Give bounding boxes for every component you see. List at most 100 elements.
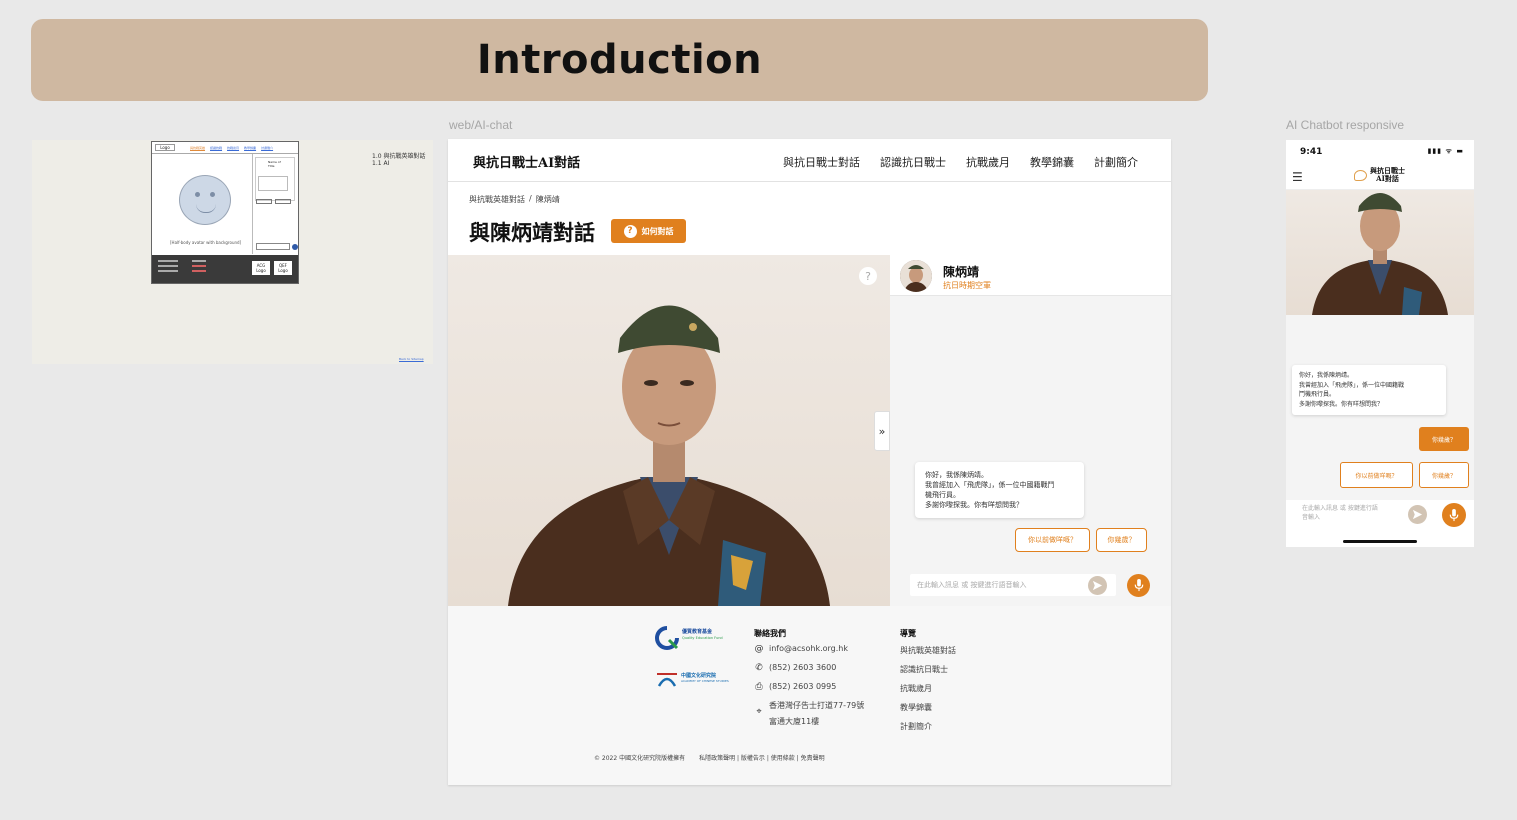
wireframe-nav-item: 抗戰歲月 bbox=[227, 146, 240, 150]
status-icons: ▮▮▮ ᯤ ▬ bbox=[1427, 147, 1464, 155]
bot-message: 你好，我係陳炳靖。 我曾經加入「飛虎隊」，係一位中國籍戰 鬥機飛行員。 多謝你嚟… bbox=[1292, 365, 1446, 415]
email-icon: @ bbox=[754, 644, 764, 654]
wireframe-avatar-placeholder bbox=[179, 175, 231, 225]
qef-name-en: Quality Education Fund bbox=[682, 636, 723, 640]
mobile-avatar-viewport bbox=[1286, 190, 1474, 315]
help-icon: ? bbox=[623, 224, 637, 238]
legal-links[interactable]: 私隱政策聲明 | 版權告示 | 使用條款 | 免責聲明 bbox=[699, 753, 825, 762]
footer-link[interactable]: 認識抗日戰士 bbox=[900, 664, 948, 675]
breadcrumb: 與抗戰英雄對話 / 陳炳靖 bbox=[469, 194, 560, 205]
send-icon bbox=[1412, 509, 1423, 520]
menu-item-teaching[interactable]: 教學錦囊 bbox=[1030, 154, 1074, 170]
user-message: 你幾歲？ bbox=[1419, 427, 1469, 451]
wireframe-bubble bbox=[258, 176, 288, 191]
footer-link[interactable]: 抗戰歲月 bbox=[900, 683, 932, 694]
chat-bubble-icon bbox=[1354, 169, 1367, 181]
suggestion-chip[interactable]: 你以前做咩嘅？ bbox=[1015, 528, 1090, 552]
menu-item-chat[interactable]: 與抗日戰士對話 bbox=[783, 154, 860, 170]
suggestion-chip[interactable]: 你幾歲？ bbox=[1419, 462, 1469, 488]
cci-name-en: ACADEMY OF CHINESE STUDIES bbox=[681, 679, 729, 683]
contact-fax: ⎙ (852) 2603 0995 bbox=[754, 679, 836, 695]
bot-message-line: 多謝你嚟探我。你有咩想問我？ bbox=[925, 501, 1023, 509]
wireframe-divider bbox=[252, 154, 253, 254]
main-menu: 與抗日戰士對話 認識抗日戰士 抗戰歲月 教學錦囊 計劃簡介 bbox=[783, 154, 1138, 170]
wireframe-card[interactable]: Logo 與抗戰英雄 認識抗戰 抗戰歲月 教學錦囊 計劃簡介 [Half-bod… bbox=[32, 140, 433, 364]
mobile-nav: ☰ 與抗日戰士 AI對話 bbox=[1286, 162, 1474, 190]
wireframe-avatar-caption: [Half-body avatar with background] bbox=[170, 240, 242, 245]
bot-message-line: 我曾經加入「飛虎隊」，係一位中國籍戰 bbox=[1299, 381, 1405, 389]
contact-address: ⌖ 香港灣仔告士打道77-79號 富通大廈11樓 bbox=[754, 698, 864, 730]
contact-email[interactable]: @ info@acsohk.org.hk bbox=[754, 641, 848, 657]
mic-button[interactable] bbox=[1442, 503, 1466, 527]
contact-phone[interactable]: ✆ (852) 2603 3600 bbox=[754, 660, 836, 676]
cci-logo: 中國文化研究院 ACADEMY OF CHINESE STUDIES bbox=[655, 668, 730, 690]
contact-heading: 聯絡我們 bbox=[754, 629, 786, 638]
responsive-frame-label[interactable]: AI Chatbot responsive bbox=[1286, 118, 1404, 132]
mobile-brand[interactable]: 與抗日戰士 AI對話 bbox=[1354, 167, 1405, 183]
send-button[interactable] bbox=[1408, 505, 1427, 524]
wireframe-chip bbox=[256, 199, 272, 204]
wireframe-nav-item: 計劃簡介 bbox=[261, 146, 274, 150]
mobile-input-bar: 在此輸入訊息 或 按鍵進行語 音輸入 bbox=[1286, 500, 1474, 547]
qef-name-cn: 優質教育基金 bbox=[682, 629, 713, 635]
contact-phone-text: (852) 2603 3600 bbox=[769, 663, 837, 672]
wireframe-note-line: 1.0 與抗戰英雄對話 bbox=[372, 153, 426, 160]
suggestion-chip[interactable]: 你以前做咩嘅？ bbox=[1340, 462, 1413, 488]
bot-message-line: 我曾經加入「飛虎隊」，係一位中國籍戰鬥 bbox=[925, 481, 1055, 489]
how-to-chat-label: 如何對話 bbox=[641, 226, 674, 236]
cci-name-cn: 中國文化研究院 bbox=[681, 673, 717, 679]
site-footer: 優質教育基金 Quality Education Fund 中國文化研究院 AC… bbox=[448, 606, 1171, 785]
menu-item-years[interactable]: 抗戰歲月 bbox=[966, 154, 1010, 170]
contact-address-line: 富通大廈11樓 bbox=[769, 717, 820, 726]
wireframe-sitemap-link[interactable]: Back to Sitemap bbox=[399, 357, 424, 361]
footer-link[interactable]: 計劃簡介 bbox=[900, 721, 932, 732]
veteran-avatar-image bbox=[508, 305, 830, 606]
wireframe-note-line: 1.1 AI bbox=[372, 160, 390, 167]
menu-icon[interactable]: ☰ bbox=[1292, 170, 1303, 184]
site-brand[interactable]: 與抗日戰士AI對話 bbox=[473, 152, 580, 171]
bot-message-line: 你好，我係陳炳靖。 bbox=[925, 471, 988, 479]
wireframe-input bbox=[256, 243, 290, 250]
wireframe-footer: ACG Logo QEF Logo bbox=[152, 255, 298, 283]
wireframe-nav-item: 認識抗戰 bbox=[210, 146, 223, 150]
qef-logo: 優質教育基金 Quality Education Fund bbox=[655, 626, 730, 652]
mic-icon bbox=[1134, 579, 1143, 592]
mobile-frame: 9:41 ▮▮▮ ᯤ ▬ ☰ 與抗日戰士 AI對話 你好，我係陳炳靖。 我曾經加… bbox=[1286, 140, 1474, 547]
collapse-toggle[interactable]: » bbox=[874, 411, 890, 451]
wireframe-nav-item: 與抗戰英雄 bbox=[190, 146, 206, 150]
contact-address-line: 香港灣仔告士打道77-79號 bbox=[769, 701, 865, 710]
suggestion-chip[interactable]: 你幾歲？ bbox=[1096, 528, 1147, 552]
chat-character-role: 抗日時期空軍 bbox=[943, 281, 991, 290]
avatar bbox=[900, 260, 932, 292]
mic-button[interactable] bbox=[1127, 574, 1150, 597]
help-icon[interactable]: ? bbox=[859, 267, 877, 285]
chat-input[interactable]: 在此輸入訊息 或 按鍵進行語音輸入 bbox=[910, 574, 1116, 596]
how-to-chat-button[interactable]: ? 如何對話 bbox=[611, 219, 686, 243]
chat-input[interactable]: 在此輸入訊息 或 按鍵進行語 音輸入 bbox=[1302, 504, 1422, 522]
mobile-brand-line: AI對話 bbox=[1376, 174, 1399, 183]
wireframe-footer-logo: QEF Logo bbox=[274, 261, 292, 275]
bot-message: 你好，我係陳炳靖。 我曾經加入「飛虎隊」，係一位中國籍戰鬥 機飛行員。 多謝你嚟… bbox=[915, 462, 1084, 518]
status-bar: 9:41 ▮▮▮ ᯤ ▬ bbox=[1286, 140, 1474, 162]
breadcrumb-link[interactable]: 與抗戰英雄對話 bbox=[469, 194, 525, 205]
home-indicator bbox=[1343, 540, 1417, 543]
footer-link[interactable]: 教學錦囊 bbox=[900, 702, 932, 713]
chat-panel: 陳炳靖 抗日時期空軍 你好，我係陳炳靖。 我曾經加入「飛虎隊」，係一位中國籍戰鬥… bbox=[890, 255, 1171, 606]
guide-heading: 導覽 bbox=[900, 629, 916, 638]
send-button[interactable] bbox=[1088, 576, 1107, 595]
bot-message-line: 鬥機飛行員。 bbox=[1299, 391, 1336, 398]
chat-header: 陳炳靖 抗日時期空軍 bbox=[890, 255, 1171, 296]
chat-character-name: 陳炳靖 bbox=[943, 265, 980, 279]
web-frame-label[interactable]: web/AI-chat bbox=[449, 118, 512, 132]
bot-message-line: 機飛行員。 bbox=[925, 491, 960, 499]
menu-item-about[interactable]: 計劃簡介 bbox=[1094, 154, 1138, 170]
send-icon bbox=[1092, 580, 1103, 591]
menu-item-soldiers[interactable]: 認識抗日戰士 bbox=[880, 154, 946, 170]
copyright-text: © 2022 中國文化研究院版權擁有 bbox=[594, 755, 686, 762]
location-icon: ⌖ bbox=[756, 707, 762, 717]
wireframe-chip bbox=[275, 199, 291, 204]
mic-icon bbox=[1449, 508, 1459, 521]
banner-title: Introduction bbox=[476, 37, 763, 83]
mobile-chat-panel: 你好，我係陳炳靖。 我曾經加入「飛虎隊」，係一位中國籍戰 鬥機飛行員。 多謝你嚟… bbox=[1286, 315, 1474, 500]
footer-link[interactable]: 與抗戰英雄對話 bbox=[900, 645, 956, 656]
